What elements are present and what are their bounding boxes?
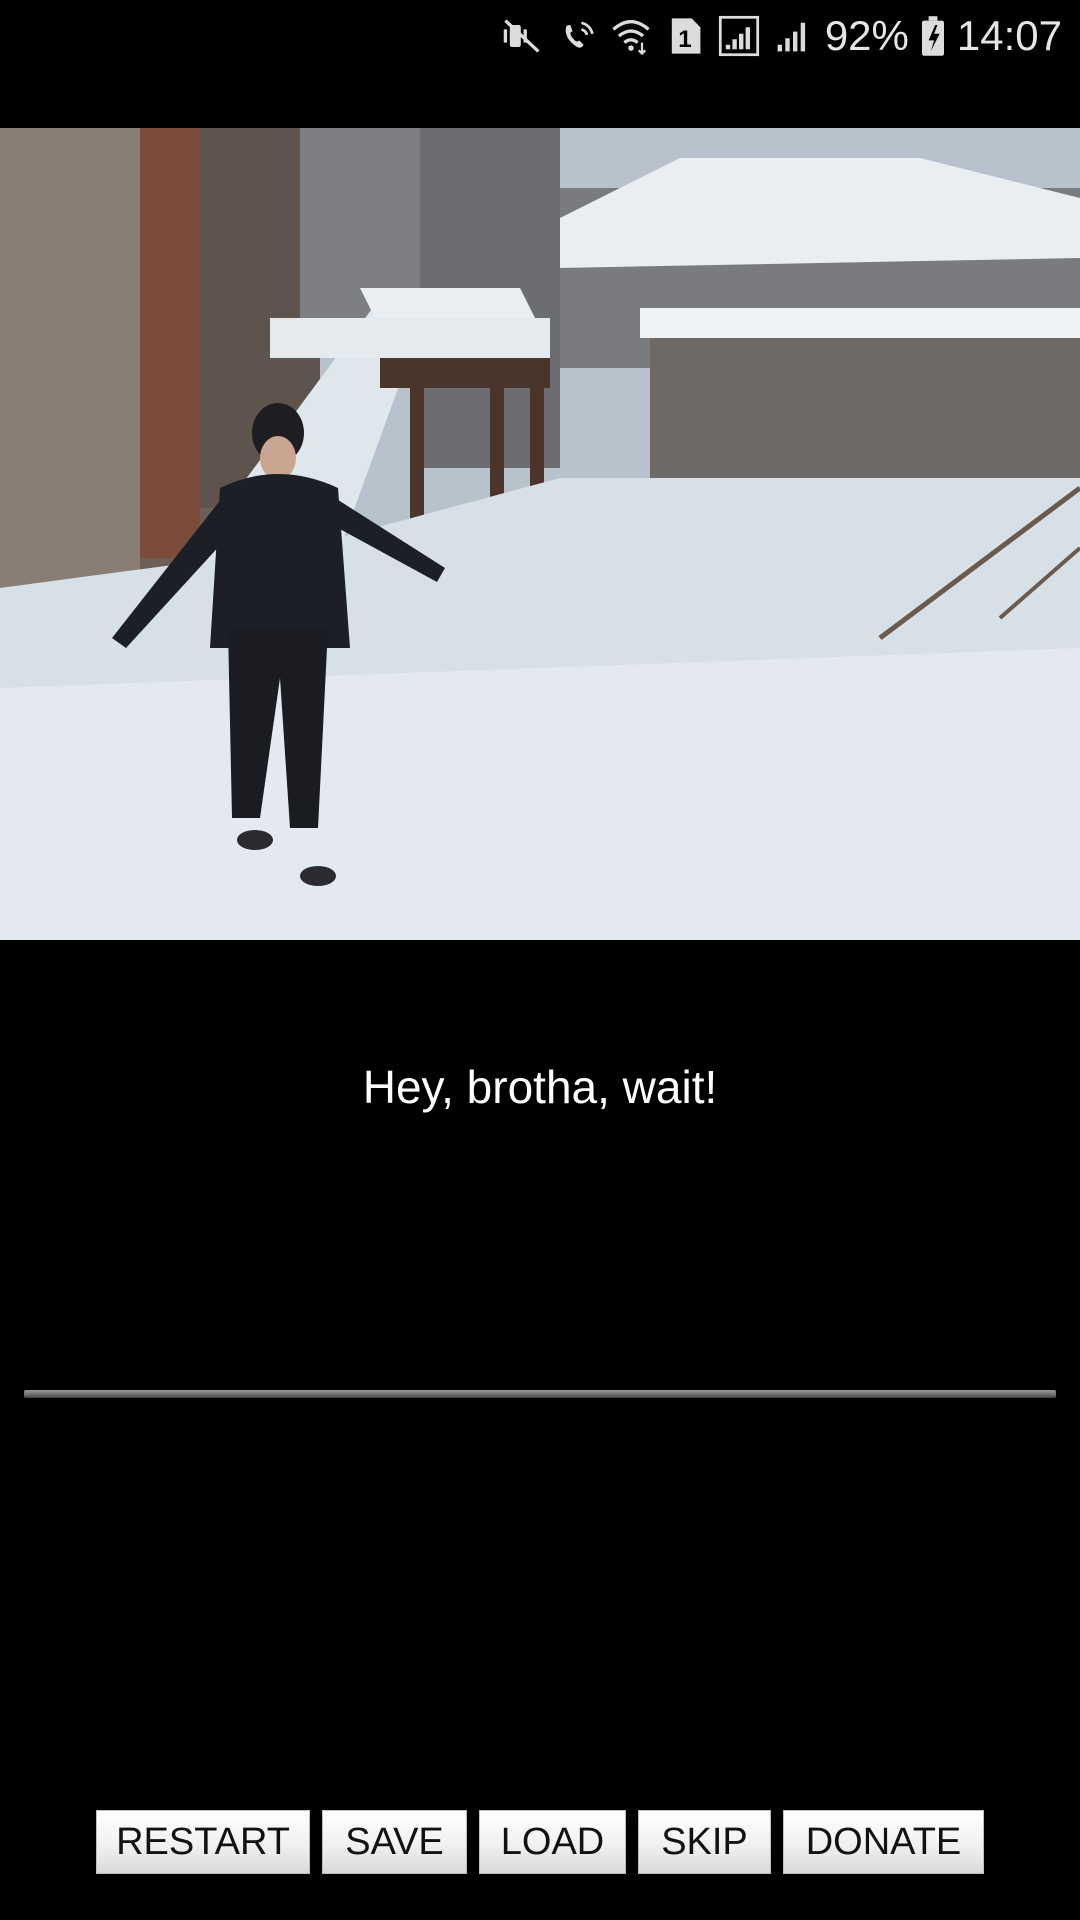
save-button[interactable]: SAVE	[322, 1810, 467, 1874]
dialogue-text: Hey, brotha, wait!	[362, 1061, 718, 1113]
battery-percent: 92%	[824, 12, 909, 59]
load-button[interactable]: LOAD	[479, 1810, 626, 1874]
sim-1-icon: 1	[663, 14, 707, 58]
mute-vibrate-icon	[501, 14, 545, 58]
wifi-icon	[609, 14, 653, 58]
signal-icon-2	[771, 14, 815, 58]
clock: 14:07	[956, 12, 1062, 59]
skip-button[interactable]: SKIP	[638, 1810, 771, 1874]
battery-charging-icon	[919, 14, 947, 58]
divider	[24, 1390, 1056, 1398]
svg-text:1: 1	[678, 26, 691, 53]
wifi-calling-icon	[555, 14, 599, 58]
restart-button[interactable]: RESTART	[96, 1810, 310, 1874]
status-bar: 1 92% 14:07	[0, 0, 1080, 72]
button-bar: RESTART SAVE LOAD SKIP DONATE	[0, 1810, 1080, 1874]
donate-button[interactable]: DONATE	[783, 1810, 984, 1874]
signal-icon	[717, 14, 761, 58]
video-frame	[0, 128, 1080, 940]
